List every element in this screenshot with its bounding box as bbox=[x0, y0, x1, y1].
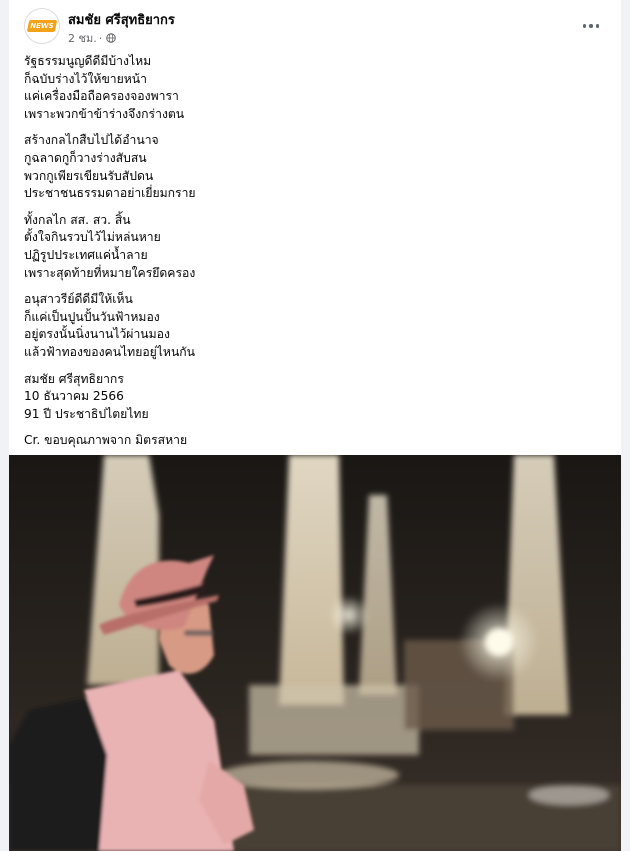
photo-illustration bbox=[9, 455, 621, 851]
globe-icon[interactable] bbox=[106, 33, 117, 43]
more-options-icon[interactable] bbox=[577, 12, 605, 40]
post-time[interactable]: 2 ชม. bbox=[68, 29, 97, 47]
post-body: รัฐธรรมนูญดีดีมีบ้างไหม ก็ฉบับร่างไว้ให้… bbox=[24, 53, 609, 459]
meta-separator: · bbox=[98, 31, 103, 45]
post-header: NEWS สมชัย ศรีสุทธิยากร 2 ชม. · bbox=[9, 0, 621, 52]
signature-date: 10 ธันวาคม 2566 bbox=[24, 389, 124, 404]
poem-stanza-1: รัฐธรรมนูญดีดีมีบ้างไหม ก็ฉบับร่างไว้ให้… bbox=[24, 53, 609, 123]
poem-line: เพราะพวกข้าข้าร่างจึงกร่างตน bbox=[24, 106, 185, 121]
poem-line: ประชาชนธรรมดาอย่าเยี่ยมกราย bbox=[24, 186, 196, 201]
poem-line: กูฉลาดกูก็วางร่างสับสน bbox=[24, 150, 147, 165]
poem-line: ตั้งใจกินรวบไว้ไม่หล่นหาย bbox=[24, 230, 161, 245]
signature-block: สมชัย ศรีสุทธิยากร 10 ธันวาคม 2566 91 ปี… bbox=[24, 371, 609, 424]
poem-line: สร้างกลไกสืบไปได้อำนาจ bbox=[24, 133, 159, 148]
poem-line: รัฐธรรมนูญดีดีมีบ้างไหม bbox=[24, 54, 152, 68]
poem-stanza-4: อนุสาวรีย์ดีดีมีให้เห็น ก็แค่เป็นปูนปั้น… bbox=[24, 291, 609, 361]
author-name[interactable]: สมชัย ศรีสุทธิยากร bbox=[68, 9, 175, 30]
poem-line: พวกกูเพียรเขียนรับสัปดน bbox=[24, 168, 154, 183]
poem-line: ก็ฉบับร่างไว้ให้ขายหน้า bbox=[24, 71, 147, 86]
poem-line: แล้วฟ้าทองของคนไทยอยู่ไหนกัน bbox=[24, 344, 195, 359]
credit-block: Cr. ขอบคุณภาพจาก มิตรสหาย bbox=[24, 432, 609, 450]
photo-credit: Cr. ขอบคุณภาพจาก มิตรสหาย bbox=[24, 433, 188, 448]
poem-line: อนุสาวรีย์ดีดีมีให้เห็น bbox=[24, 292, 133, 307]
poem-line: แค่เครื่องมือถือครองจองพารา bbox=[24, 89, 179, 104]
post-card: NEWS สมชัย ศรีสุทธิยากร 2 ชม. · รัฐธรรมน… bbox=[9, 0, 621, 851]
poem-line: ปฏิรูปประเทศแค่น้ำลาย bbox=[24, 247, 148, 262]
post-photo[interactable] bbox=[9, 455, 621, 851]
poem-line: อยู่ตรงนั้นนิ่งนานไว้ผ่านมอง bbox=[24, 327, 170, 342]
poem-line: เพราะสุดท้ายที่หมายใครยึดครอง bbox=[24, 265, 196, 280]
signature-name: สมชัย ศรีสุทธิยากร bbox=[24, 371, 124, 386]
poem-line: ทั้งกลไก สส. สว. สิ้น bbox=[24, 212, 131, 227]
poem-line: ก็แค่เป็นปูนปั้นวันฟ้าหมอง bbox=[24, 309, 160, 324]
avatar[interactable]: NEWS bbox=[24, 8, 60, 44]
post-meta: 2 ชม. · bbox=[68, 29, 117, 47]
signature-note: 91 ปี ประชาธิปไตยไทย bbox=[24, 406, 149, 421]
avatar-logo-text: NEWS bbox=[30, 22, 54, 30]
poem-stanza-2: สร้างกลไกสืบไปได้อำนาจ กูฉลาดกูก็วางร่าง… bbox=[24, 132, 609, 202]
poem-stanza-3: ทั้งกลไก สส. สว. สิ้น ตั้งใจกินรวบไว้ไม่… bbox=[24, 212, 609, 282]
